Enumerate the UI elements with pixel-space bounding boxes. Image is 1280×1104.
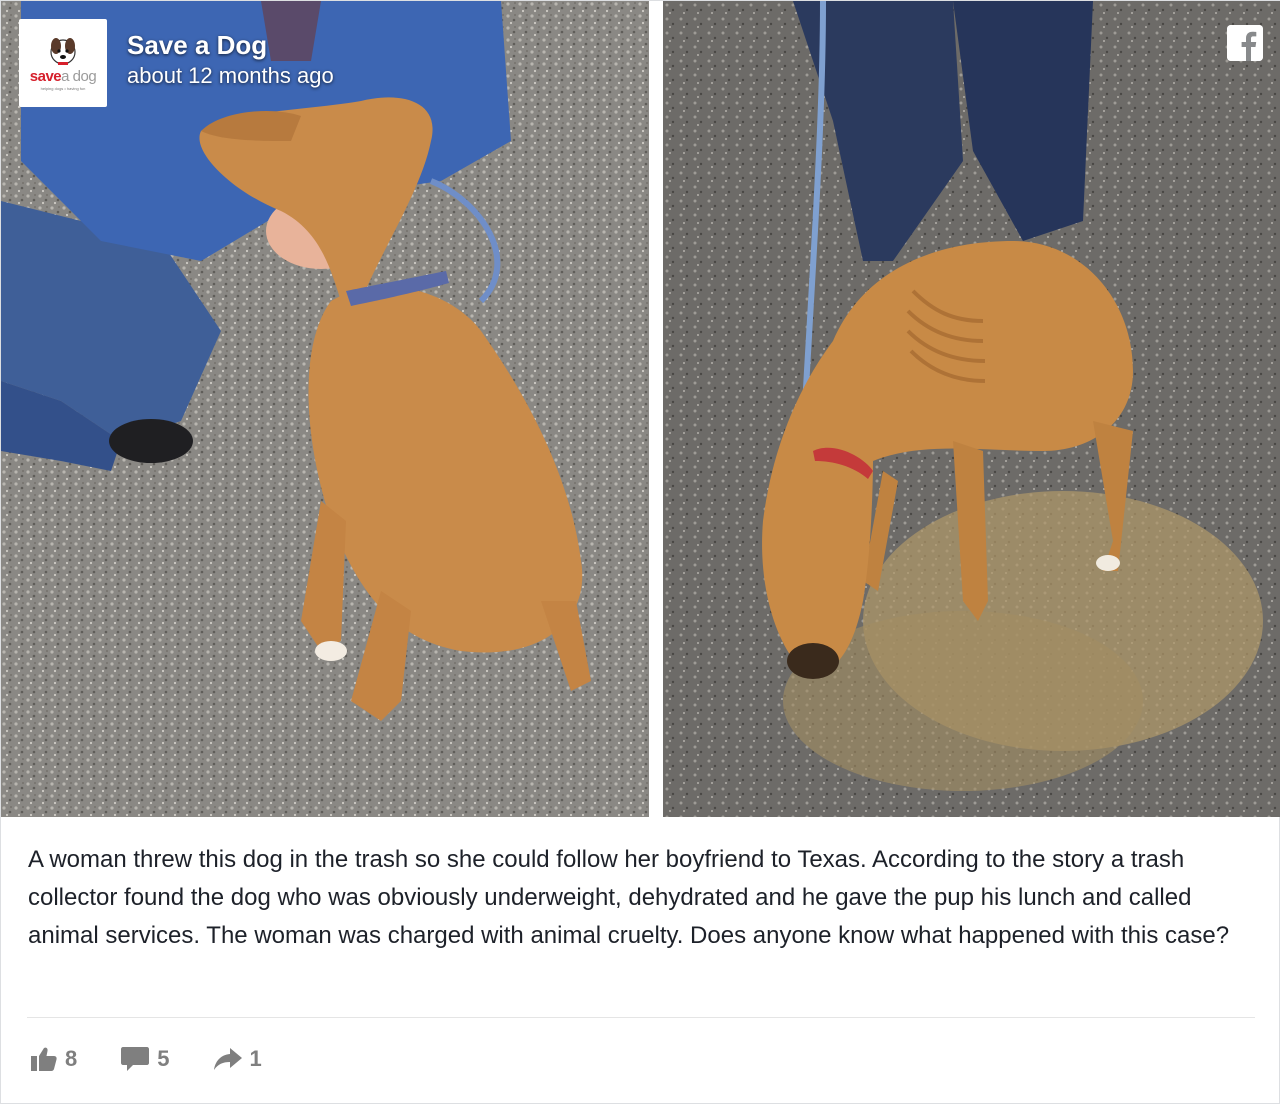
dog-sniffing-photo: [663, 1, 1280, 817]
share-count-button[interactable]: 1: [213, 1046, 262, 1072]
comment-icon: [121, 1047, 150, 1071]
page-info: Save a Dog about 12 months ago: [127, 29, 334, 91]
comment-count-button[interactable]: 5: [121, 1046, 170, 1072]
dog-face-logo-icon: [50, 37, 76, 65]
post-text: A woman threw this dog in the trash so s…: [28, 846, 1230, 949]
dog-held-photo: [1, 1, 649, 817]
thumbs-up-icon: [31, 1047, 57, 1071]
logo-word-save: save: [29, 67, 62, 85]
like-count: 8: [65, 1046, 78, 1071]
like-count-button[interactable]: 8: [31, 1046, 77, 1072]
logo-tagline: helping dogs • having fun: [40, 85, 86, 91]
share-arrow-icon: [213, 1048, 242, 1070]
divider: [27, 1017, 1255, 1018]
facebook-f-glyph: [1227, 25, 1263, 61]
post-stats: 8 5 1: [31, 1039, 306, 1079]
logo-wordmark: savea dog: [29, 67, 97, 85]
logo-word-dog: a dog: [61, 67, 97, 85]
share-count: 1: [249, 1046, 262, 1071]
page-logo[interactable]: savea dog helping dogs • having fun: [19, 19, 107, 107]
post-header: savea dog helping dogs • having fun Save…: [19, 19, 334, 107]
photo-left[interactable]: [1, 1, 649, 817]
facebook-icon[interactable]: [1227, 25, 1263, 61]
facebook-post-card: savea dog helping dogs • having fun Save…: [0, 0, 1280, 1104]
page-name[interactable]: Save a Dog: [127, 29, 334, 61]
post-photos[interactable]: savea dog helping dogs • having fun Save…: [1, 1, 1280, 817]
photo-right[interactable]: [663, 1, 1280, 817]
post-timestamp[interactable]: about 12 months ago: [127, 61, 334, 91]
comment-count: 5: [157, 1046, 170, 1071]
